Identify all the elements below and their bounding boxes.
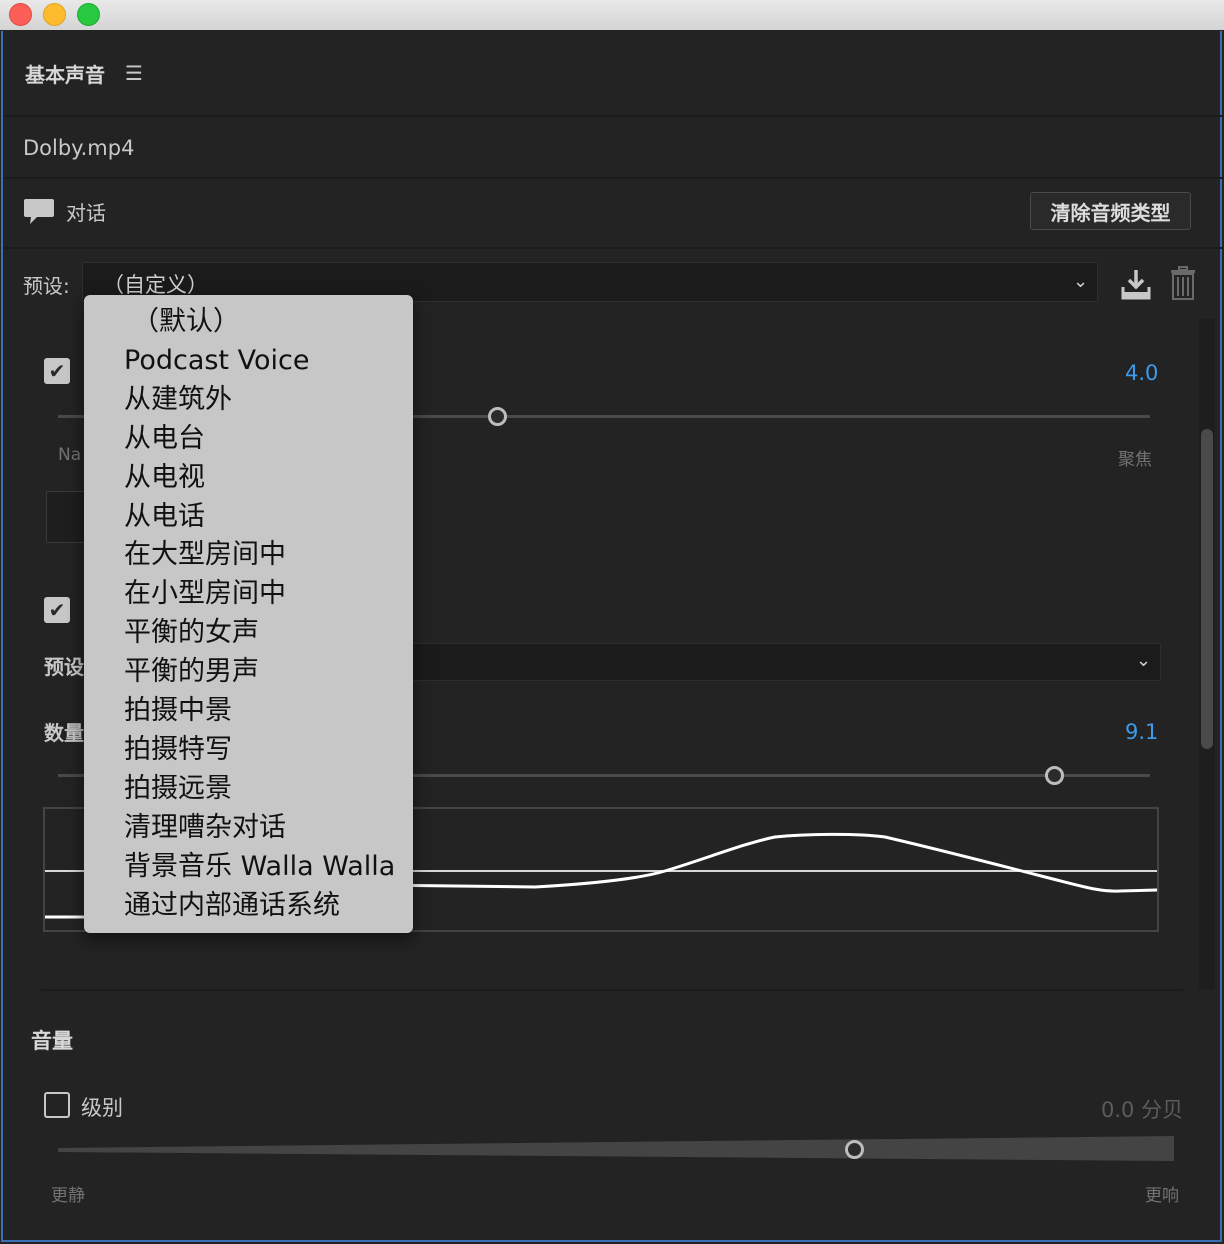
maximize-window-button[interactable] [77,3,100,26]
essential-sound-panel: 基本声音 ☰ Dolby.mp4 对话 清除音频类型 预设: ⌄ （自定义） ✔… [1,31,1222,1242]
hamburger-icon[interactable]: ☰ [125,61,143,85]
level-slider-thumb[interactable] [845,1140,864,1159]
download-icon[interactable] [1120,267,1152,301]
preset-menu-item[interactable]: 从电台 [124,425,205,452]
preset-label: 预设: [23,274,70,298]
divider [41,989,1183,991]
preset-menu-item[interactable]: 从电话 [124,503,205,530]
preset-menu-item[interactable]: 清理嘈杂对话 [124,814,286,841]
clarity-slider-thumb[interactable] [488,407,507,426]
level-checkbox[interactable] [44,1092,70,1118]
level-label: 级别 [81,1096,123,1120]
clip-file-name: Dolby.mp4 [23,136,135,160]
divider [3,247,1222,249]
preset-menu-item[interactable]: （默认） [132,308,240,335]
level-slider-track[interactable] [58,1136,1174,1161]
clarity-checkbox[interactable]: ✔ [44,358,70,384]
chevron-down-icon: ⌄ [1136,650,1152,671]
divider [3,177,1222,179]
preset-menu-item[interactable]: 拍摄中景 [124,697,232,724]
window-titlebar [0,0,1224,30]
trash-icon[interactable] [1170,265,1196,301]
preset-menu-item[interactable]: 从电视 [124,464,205,491]
divider [3,115,1222,117]
preset-menu-item[interactable]: 平衡的女声 [124,619,259,646]
preset-menu-item[interactable]: 从建筑外 [124,386,232,413]
preset-menu-item[interactable]: 平衡的男声 [124,658,259,685]
close-window-button[interactable] [9,3,32,26]
preset-menu-item[interactable]: 背景音乐 Walla Walla [124,853,395,880]
level-right-label: 更响 [1145,1186,1179,1206]
minimize-window-button[interactable] [43,3,66,26]
preset-menu-item[interactable]: 在大型房间中 [124,541,286,568]
preset-menu-item[interactable]: Podcast Voice [124,347,309,374]
enhance-preset-label: 预设 [44,655,84,679]
chevron-down-icon: ⌄ [1073,271,1089,292]
clear-audio-type-button[interactable]: 清除音频类型 [1030,192,1191,230]
scrollbar-thumb[interactable] [1201,429,1213,749]
preset-menu-item[interactable]: 通过内部通话系统 [124,892,340,919]
audio-type-label: 对话 [66,201,106,225]
enhance-preset-select[interactable]: ⌄ [411,643,1161,681]
preset-menu-item[interactable]: 在小型房间中 [124,580,286,607]
clarity-right-label: 聚焦 [1118,450,1152,470]
clarity-value: 4.0 [1125,361,1159,385]
volume-section-title: 音量 [31,1029,73,1053]
preset-menu-item[interactable]: 拍摄特写 [124,736,232,763]
amount-slider-thumb[interactable] [1045,766,1064,785]
preset-dropdown-menu: （默认） Podcast Voice 从建筑外从电台从电视从电话在大型房间中 在小型房… [84,295,413,933]
speech-bubble-icon [24,199,54,224]
enhance-checkbox[interactable]: ✔ [44,597,70,623]
preset-menu-item[interactable]: 拍摄远景 [124,775,232,802]
panel-title: 基本声音 [25,63,105,87]
clarity-left-label: Na [58,445,82,465]
amount-value: 9.1 [1125,720,1159,744]
level-value: 0.0 分贝 [1101,1098,1184,1122]
amount-label: 数量 [44,721,84,745]
level-left-label: 更静 [51,1186,85,1206]
